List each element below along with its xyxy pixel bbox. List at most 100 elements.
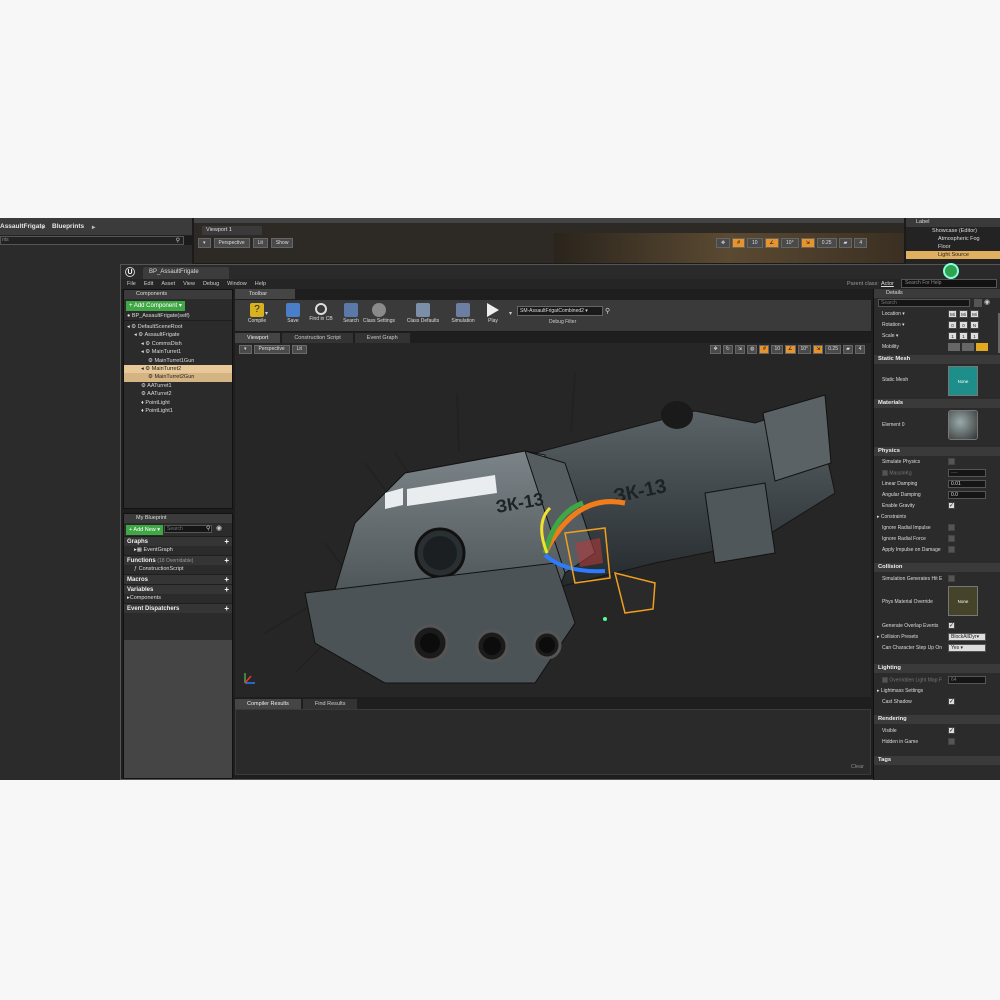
help-search-input[interactable]: Search For Help (901, 279, 997, 288)
location-label[interactable]: Location ▾ (882, 311, 905, 317)
location-y-field[interactable]: Mi (959, 310, 968, 318)
tab-event-graph[interactable]: Event Graph (354, 333, 410, 343)
section-graphs[interactable]: Graphs + (124, 536, 232, 546)
bg-camera-icon[interactable]: ▰ (838, 238, 853, 248)
component-tree-item[interactable]: ◂ ⚙ MainTurret2 (124, 364, 232, 374)
component-tree-item[interactable]: ⚙ AATurret2 (124, 390, 232, 398)
ignore-radial-force-checkbox[interactable] (948, 535, 955, 542)
cast-shadow-checkbox[interactable]: ✓ (948, 698, 955, 705)
add-variable-icon[interactable]: + (224, 585, 229, 595)
outliner-row[interactable]: Light Source (906, 251, 1000, 259)
class-settings-button[interactable]: Class Settings (359, 300, 399, 332)
location-z-field[interactable]: Mi (970, 310, 979, 318)
construction-script-item[interactable]: ƒ ConstructionScript (124, 565, 232, 574)
class-defaults-button[interactable]: Class Defaults (403, 300, 443, 332)
mass-override-checkbox[interactable] (882, 470, 888, 476)
record-icon[interactable] (943, 263, 959, 279)
scale-label[interactable]: Scale ▾ (882, 333, 898, 339)
collision-presets-row[interactable]: ▸ Collision Presets (877, 634, 918, 640)
compile-button[interactable]: ? Compile (237, 300, 277, 332)
bg-lit-button[interactable]: Lit (252, 238, 268, 248)
compile-options-chevron-icon[interactable]: ▾ (265, 310, 268, 317)
component-tree-item[interactable]: ⚙ AATurret1 (124, 382, 232, 390)
component-tree-item[interactable]: ◂ ⚙ DefaultSceneRoot (124, 323, 232, 331)
components-category[interactable]: ▸Components (124, 594, 232, 603)
toolbar-tab[interactable]: Toolbar (235, 289, 295, 299)
bg-translate-icon[interactable]: ✥ (716, 238, 731, 248)
property-matrix-icon[interactable] (974, 299, 982, 307)
section-functions[interactable]: Functions (18 Overridable) + (124, 555, 232, 565)
bg-grid-snap-icon[interactable]: # (732, 238, 745, 248)
location-x-field[interactable]: Mi (948, 310, 957, 318)
visible-checkbox[interactable]: ✓ (948, 727, 955, 734)
section-lighting[interactable]: Lighting (874, 664, 1000, 673)
my-blueprint-tab[interactable]: My Blueprint (124, 514, 232, 523)
outliner-row[interactable]: Atmospheric Fog (906, 235, 1000, 243)
rotation-x-field[interactable]: 0 (948, 321, 957, 329)
add-new-button[interactable]: + Add New ▾ (126, 525, 164, 535)
can-step-up-select[interactable]: Yes ▾ (948, 644, 986, 652)
eye-icon[interactable]: ◉ (984, 298, 990, 306)
rotation-label[interactable]: Rotation ▾ (882, 322, 905, 328)
bg-grid-value[interactable]: 10 (746, 238, 763, 248)
lightmap-override-checkbox[interactable] (882, 677, 888, 683)
component-tree-item[interactable]: ◂ ⚙ AssaultFrigate (124, 331, 232, 339)
magnifier-icon[interactable]: ⚲ (605, 307, 610, 315)
mobility-stationary-button[interactable] (962, 343, 974, 351)
menu-edit[interactable]: Edit (144, 279, 153, 289)
menu-view[interactable]: View (183, 279, 195, 289)
tab-viewport[interactable]: Viewport (235, 333, 281, 343)
menu-window[interactable]: Window (227, 279, 247, 289)
section-tags[interactable]: Tags (874, 756, 1000, 765)
static-mesh-thumbnail[interactable]: None (948, 366, 978, 396)
component-tree-item[interactable]: ⚙ MainTurret2Gun (124, 373, 232, 382)
menu-help[interactable]: Help (255, 279, 266, 289)
section-event-dispatchers[interactable]: Event Dispatchers + (124, 603, 232, 613)
blueprint-search-input[interactable]: Search (164, 525, 212, 533)
bg-rotate-value[interactable]: 10° (781, 238, 799, 248)
component-tree-item[interactable]: ♦ PointLight1 (124, 407, 232, 415)
asset-tab[interactable]: BP_AssaultFrigate (143, 267, 229, 279)
details-search-input[interactable]: Search (878, 299, 970, 307)
mass-field[interactable]: ---- (948, 469, 986, 477)
section-materials[interactable]: Materials (874, 399, 1000, 408)
apply-impulse-checkbox[interactable] (948, 546, 955, 553)
collision-presets-select[interactable]: BlockAllDyr▾ (948, 633, 986, 641)
rotation-z-field[interactable]: N (970, 321, 979, 329)
bg-viewport-tab[interactable]: Viewport 1 (202, 226, 262, 235)
bg-options-button[interactable]: ▾ (198, 238, 211, 248)
scale-x-field[interactable]: 1 (948, 332, 957, 340)
event-graph-item[interactable]: ▸▦ EventGraph (124, 546, 232, 555)
simulate-physics-checkbox[interactable] (948, 458, 955, 465)
breadcrumb-assaultfrigate[interactable]: AssaultFrigate (0, 223, 45, 230)
blueprint-viewport[interactable]: ▾ Perspective Lit ✥ ↻ ⇲ ◍ # 10 ∠ 10° ⇲ 0… (235, 343, 871, 697)
add-function-icon[interactable]: + (224, 556, 229, 566)
eye-icon[interactable]: ◉ (216, 524, 222, 532)
self-row[interactable]: ● BP_AssaultFrigate(self) (124, 312, 232, 321)
outliner-row[interactable]: Floor (906, 243, 1000, 251)
menu-file[interactable]: File (127, 279, 136, 289)
component-tree-item[interactable]: ⚙ MainTurret1Gun (124, 357, 232, 365)
scale-z-field[interactable]: 1 (970, 332, 979, 340)
components-tab[interactable]: Components (124, 290, 232, 299)
section-variables[interactable]: Variables + (124, 584, 232, 594)
rotation-y-field[interactable]: 0 (959, 321, 968, 329)
tab-construction-script[interactable]: Construction Script (282, 333, 353, 343)
mobility-static-button[interactable] (948, 343, 960, 351)
add-component-button[interactable]: + Add Component ▾ (126, 301, 185, 311)
breadcrumb-blueprints[interactable]: Blueprints (52, 223, 84, 230)
clear-button[interactable]: Clear (851, 764, 864, 770)
bg-rotate-snap-icon[interactable]: ∠ (764, 238, 780, 248)
component-tree-item[interactable]: ◂ ⚙ MainTurret1 (124, 348, 232, 356)
enable-gravity-checkbox[interactable]: ✓ (948, 502, 955, 509)
play-options-chevron-icon[interactable]: ▾ (509, 310, 512, 317)
tab-find-results[interactable]: Find Results (302, 699, 358, 709)
tab-compiler-results[interactable]: Compiler Results (235, 699, 301, 709)
bg-show-button[interactable]: Show (270, 238, 294, 248)
bg-camera-value[interactable]: 4 (854, 238, 868, 248)
section-collision[interactable]: Collision (874, 563, 1000, 572)
mobility-movable-button[interactable] (976, 343, 988, 351)
component-tree-item[interactable]: ♦ PointLight (124, 399, 232, 407)
component-tree-item[interactable]: ◂ ⚙ CommsDish (124, 340, 232, 348)
sim-generates-hit-checkbox[interactable] (948, 575, 955, 582)
